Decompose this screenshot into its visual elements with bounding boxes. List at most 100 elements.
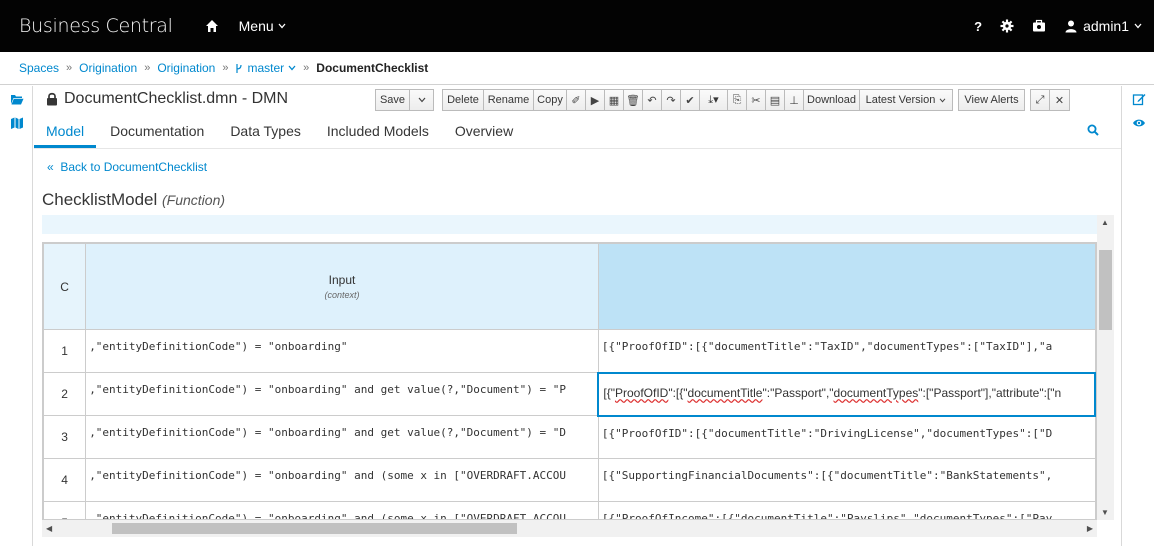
input-cell[interactable]: ,"entityDefinitionCode") = "onboarding" … [85,372,599,416]
tab-included-models[interactable]: Included Models [315,123,441,148]
scroll-up-icon[interactable]: ▲ [1101,218,1109,227]
row-number: 3 [43,415,87,459]
cut-icon[interactable]: ✂ [747,89,766,111]
horizontal-scrollbar[interactable]: ◀ ▶ [42,520,1097,537]
breadcrumb-space[interactable]: Origination [79,61,137,75]
download-dropdown-icon[interactable]: ⤓▾ [700,89,728,111]
save-options-dropdown[interactable] [410,89,434,111]
scroll-left-icon[interactable]: ◀ [46,524,52,533]
view-alerts-button[interactable]: View Alerts [958,89,1025,111]
back-link-label: Back to DocumentChecklist [60,160,208,174]
table-row: 4 ,"entityDefinitionCode") = "onboarding… [43,458,1096,502]
editor-toolbar: Save Delete Rename Copy ✐ ▶ ▦ 🗑 ↶ ↷ ✔ ⤓▾… [375,89,1070,111]
column-header-c[interactable]: C [43,243,87,330]
left-rail [0,86,33,546]
input-cell[interactable]: ,"entityDefinitionCode") = "onboarding" … [85,501,599,519]
editor-title: DocumentChecklist.dmn - DMN [46,90,288,108]
folder-open-icon[interactable] [10,92,24,106]
horizontal-scroll-thumb[interactable] [112,523,517,534]
header-row: C Input (context) [43,243,1096,330]
tab-overview[interactable]: Overview [443,123,525,148]
rename-button[interactable]: Rename [484,89,534,111]
help-icon[interactable]: ? [974,19,982,34]
breadcrumb-separator: » [303,62,310,74]
copy-icon[interactable]: ⎘ [728,89,747,111]
briefcase-icon[interactable] [1032,19,1046,33]
breadcrumb: Spaces » Origination » Origination » mas… [0,52,1154,85]
vertical-scrollbar[interactable]: ▲ ▼ [1097,215,1114,520]
text-segment: ":"Passport"," [762,385,834,400]
top-navbar: Business Central Menu ? admin1 [0,0,1154,52]
scroll-right-icon[interactable]: ▶ [1087,524,1093,533]
breadcrumb-separator: » [144,62,151,74]
menu-dropdown[interactable]: Menu [239,18,286,34]
input-cell[interactable]: ,"entityDefinitionCode") = "onboarding" [85,329,599,373]
cell-editor[interactable]: [{"ProofOfID":[{"documentTitle":"Passpor… [600,375,1093,413]
chevron-down-icon [288,65,296,71]
vertical-scroll-thumb[interactable] [1099,250,1112,330]
table-row: 5 ,"entityDefinitionCode") = "onboarding… [43,501,1096,519]
branch-label: master [247,61,285,75]
search-icon[interactable] [1087,124,1099,136]
input-cell[interactable]: ,"entityDefinitionCode") = "onboarding" … [85,458,599,502]
text-segment: ":[{" [668,385,688,400]
grid-icon[interactable]: ▦ [605,89,624,111]
play-icon[interactable]: ▶ [586,89,605,111]
text-segment: [{" [603,385,615,400]
brand-logo[interactable]: Business Central [19,15,173,37]
table-row: 2 ,"entityDefinitionCode") = "onboarding… [43,371,1096,417]
redo-icon[interactable]: ↷ [662,89,681,111]
tab-documentation[interactable]: Documentation [98,123,216,148]
map-icon[interactable] [10,116,24,130]
breadcrumb-separator: » [222,62,229,74]
chevron-down-icon [1134,23,1142,29]
output-cell[interactable]: [{"ProofOfID":[{"documentTitle":"Driving… [597,415,1096,459]
trash-icon[interactable]: 🗑 [624,89,643,111]
table-row: 3 ,"entityDefinitionCode") = "onboarding… [43,415,1096,459]
breadcrumb-spaces[interactable]: Spaces [19,61,59,75]
row-number: 1 [43,329,87,373]
user-name: admin1 [1083,18,1129,34]
copy-button[interactable]: Copy [534,89,567,111]
output-column-header[interactable] [597,243,1096,330]
paste-icon[interactable]: ▤ [766,89,785,111]
delete-button[interactable]: Delete [442,89,484,111]
file-title: DocumentChecklist.dmn - DMN [64,90,289,107]
hierarchy-icon[interactable]: ⊥ [785,89,804,111]
output-cell[interactable]: [{"ProofOfIncome":[{"documentTitle":"Pay… [597,501,1096,519]
home-icon[interactable] [205,19,219,33]
tab-data-types[interactable]: Data Types [218,123,313,148]
scroll-down-icon[interactable]: ▼ [1101,508,1109,517]
eye-icon[interactable] [1132,116,1146,130]
input-cell[interactable]: ,"entityDefinitionCode") = "onboarding" … [85,415,599,459]
expand-icon[interactable]: ⤢ [1030,89,1050,111]
back-link[interactable]: « Back to DocumentChecklist [47,160,207,174]
user-menu[interactable]: admin1 [1064,18,1142,34]
breadcrumb-branch[interactable]: master [235,61,296,75]
validate-icon[interactable]: ✔ [681,89,700,111]
breadcrumb-project[interactable]: Origination [157,61,215,75]
text-segment: ":["Passport"],"attribute":["n [918,385,1062,400]
context-table: C Input (context) 1 ,"entityDefinitionCo… [43,243,1096,519]
row-number: 5 [43,501,87,519]
download-button[interactable]: Download [804,89,860,111]
function-title: ChecklistModel (Function) [42,190,225,210]
input-header-type: (context) [324,289,360,300]
output-cell[interactable]: [{"SupportingFinancialDocuments":[{"docu… [597,458,1096,502]
output-cell-selected[interactable]: [{"ProofOfID":[{"documentTitle":"Passpor… [597,371,1096,417]
gear-icon[interactable] [1000,19,1014,33]
edit-icon[interactable] [1132,92,1146,106]
save-button[interactable]: Save [375,89,410,111]
latest-version-dropdown[interactable]: Latest Version [860,89,953,111]
undo-icon[interactable]: ↶ [643,89,662,111]
breadcrumb-current: DocumentChecklist [316,61,429,75]
input-column-header[interactable]: Input (context) [85,243,599,330]
table-row: 1 ,"entityDefinitionCode") = "onboarding… [43,329,1096,373]
output-cell[interactable]: [{"ProofOfID":[{"documentTitle":"TaxID",… [597,329,1096,373]
close-icon[interactable]: ✕ [1050,89,1070,111]
input-header-title: Input [328,272,356,287]
breadcrumb-separator: » [66,62,73,74]
tab-model[interactable]: Model [34,123,97,148]
eraser-icon[interactable]: ✐ [567,89,586,111]
branch-icon [236,63,243,73]
